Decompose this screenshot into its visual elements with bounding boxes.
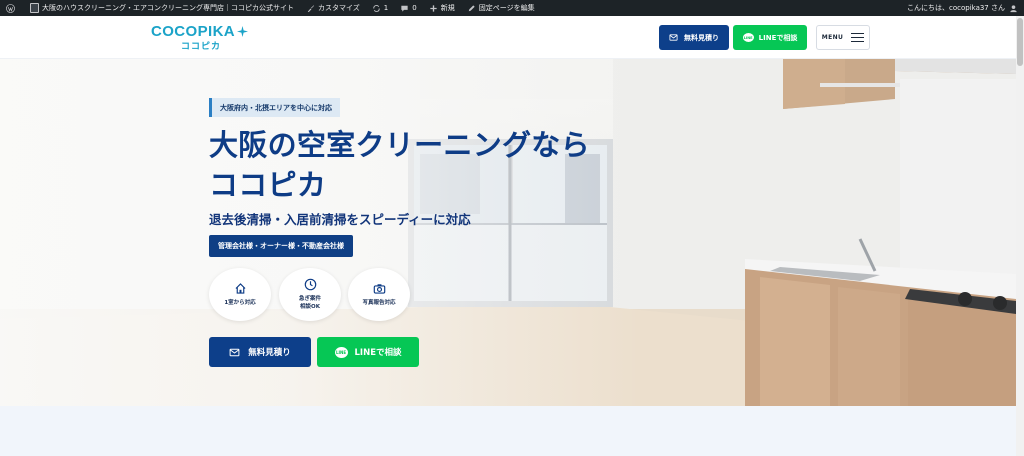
line-logo-icon: LINE bbox=[334, 346, 348, 358]
new-label: 新規 bbox=[440, 4, 455, 12]
admin-account[interactable]: こんにちは、cocopika37 さん bbox=[901, 0, 1024, 16]
line-logo-icon: LINE bbox=[742, 33, 754, 42]
feature-one-room: 1室から対応 bbox=[209, 268, 271, 321]
hamburger-icon bbox=[851, 33, 865, 42]
hero-line-button[interactable]: LINE LINEで相談 bbox=[317, 337, 419, 367]
scrollbar-thumb[interactable] bbox=[1017, 18, 1023, 66]
feature-label-line2: 相談OK bbox=[300, 304, 320, 310]
hero-line-label: LINEで相談 bbox=[354, 348, 402, 358]
site-name-label: 大阪のハウスクリーニング・エアコンクリーニング専門店｜ココピカ公式サイト bbox=[42, 4, 294, 12]
logo-wordmark: COCOPIKA bbox=[151, 23, 236, 40]
feature-label: 1室から対応 bbox=[224, 300, 256, 306]
feature-label: 写真報告対応 bbox=[362, 300, 396, 306]
comment-icon bbox=[401, 5, 408, 12]
edit-page-label: 固定ページを編集 bbox=[478, 4, 535, 12]
hero-estimate-label: 無料見積り bbox=[248, 348, 291, 358]
header-line-label: LINEで相談 bbox=[758, 33, 798, 42]
clock-icon bbox=[304, 278, 316, 291]
admin-site-name[interactable]: 大阪のハウスクリーニング・エアコンクリーニング専門店｜ココピカ公式サイト bbox=[24, 0, 300, 16]
next-section bbox=[0, 406, 1016, 456]
admin-new[interactable]: 新規 bbox=[423, 0, 461, 16]
feature-urgent: 急ぎ案件 相談OK bbox=[279, 268, 341, 321]
service-area-tag: 大阪府内・北摂エリアを中心に対応 bbox=[209, 98, 340, 117]
header-estimate-label: 無料見積り bbox=[684, 33, 719, 42]
mail-icon bbox=[229, 348, 240, 356]
user-avatar-icon bbox=[1010, 4, 1017, 12]
comments-count: 0 bbox=[412, 4, 417, 12]
admin-comments[interactable]: 0 bbox=[394, 0, 422, 16]
plus-icon bbox=[430, 4, 437, 12]
site-home-icon bbox=[30, 3, 39, 13]
menu-label: MENU bbox=[821, 34, 844, 41]
hero-subline: 退去後清掃・入居前清掃をスピーディーに対応 bbox=[209, 212, 471, 227]
admin-customize[interactable]: カスタマイズ bbox=[300, 0, 366, 16]
wordpress-icon bbox=[6, 3, 15, 13]
pencil-icon bbox=[468, 4, 475, 11]
admin-bar: 大阪のハウスクリーニング・エアコンクリーニング専門店｜ココピカ公式サイト カスタ… bbox=[0, 0, 1024, 16]
wp-logo-menu[interactable] bbox=[0, 0, 24, 16]
greeting-label: こんにちは、cocopika37 さん bbox=[906, 4, 1005, 12]
home-icon bbox=[235, 283, 245, 294]
mail-icon bbox=[669, 34, 678, 41]
sparkle-icon bbox=[237, 26, 249, 37]
admin-updates[interactable]: 1 bbox=[366, 0, 394, 16]
customize-label: カスタマイズ bbox=[318, 4, 360, 12]
site-logo[interactable]: COCOPIKA ココピカ bbox=[151, 23, 249, 52]
target-clients-badge: 管理会社様・オーナー様・不動産会社様 bbox=[209, 235, 353, 257]
hero-section: 大阪府内・北摂エリアを中心に対応 大阪の空室クリーニングなら ココピカ 退去後清… bbox=[0, 59, 1016, 406]
logo-katakana: ココピカ bbox=[181, 42, 222, 52]
header-estimate-button[interactable]: 無料見積り bbox=[659, 25, 729, 50]
hero-headline: 大阪の空室クリーニングなら ココピカ bbox=[209, 125, 629, 205]
brush-icon bbox=[307, 4, 315, 12]
menu-button[interactable]: MENU bbox=[816, 25, 870, 50]
updates-count: 1 bbox=[383, 4, 389, 12]
headline-line-1: 大阪の空室クリーニングなら bbox=[209, 128, 590, 162]
page-scrollbar[interactable] bbox=[1016, 16, 1024, 456]
header-line-button[interactable]: LINE LINEで相談 bbox=[733, 25, 807, 50]
headline-line-2: ココピカ bbox=[209, 168, 327, 202]
hero-estimate-button[interactable]: 無料見積り bbox=[209, 337, 311, 367]
feature-label: 急ぎ案件 bbox=[298, 296, 321, 302]
feature-photo-report: 写真報告対応 bbox=[348, 268, 410, 321]
site-header: COCOPIKA ココピカ 無料見積り LINE LINEで相談 MENU bbox=[0, 16, 1016, 59]
admin-edit-page[interactable]: 固定ページを編集 bbox=[461, 0, 541, 16]
updates-icon bbox=[373, 4, 380, 12]
camera-icon bbox=[373, 284, 385, 294]
